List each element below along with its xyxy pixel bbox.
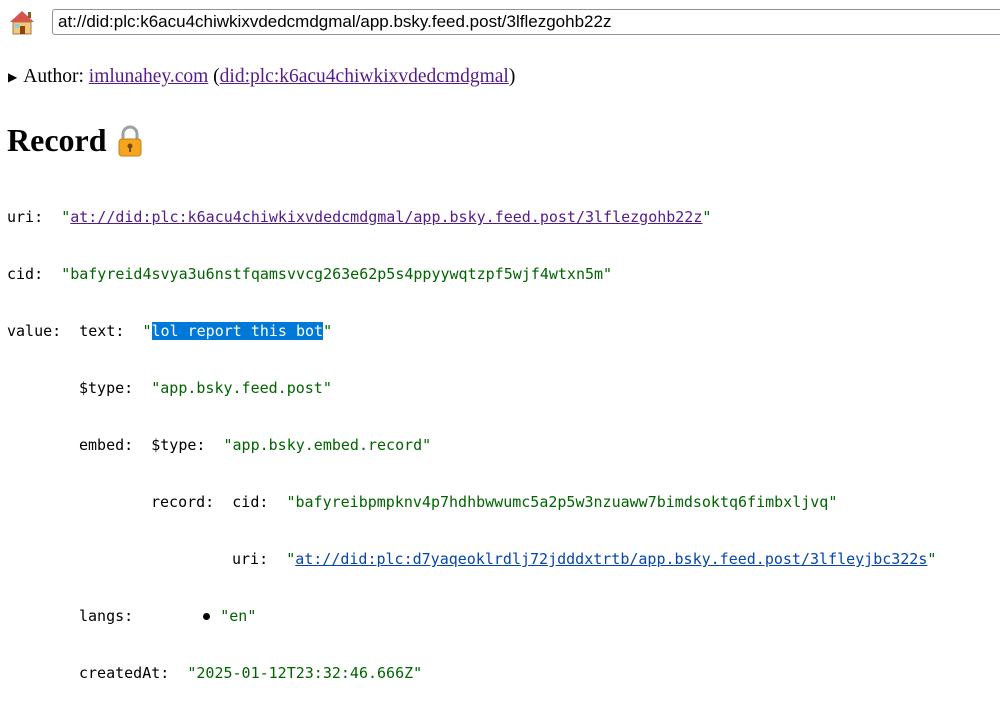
type-key: $type: xyxy=(79,379,134,397)
uri-link[interactable]: at://did:plc:k6acu4chiwkixvdedcmdgmal/ap… xyxy=(70,208,702,226)
cid-row: cid: "bafyreid4svya3u6nstfqamsvvcg263e62… xyxy=(7,264,612,284)
uri-key: uri: xyxy=(7,208,44,226)
page-title-text: Record xyxy=(7,122,107,158)
record-uri-key: uri: xyxy=(232,550,269,568)
embed-row: embed: $type: "app.bsky.embed.record" xyxy=(79,435,431,455)
cid-key: cid: xyxy=(7,265,44,283)
uri-quote-close: " xyxy=(702,208,712,226)
close-paren: ) xyxy=(508,66,516,87)
value-key: value: xyxy=(7,322,62,340)
created-key: createdAt: xyxy=(79,664,170,682)
author-did-link[interactable]: did:plc:k6acu4chiwkixvdedcmdgmal xyxy=(220,66,509,88)
text-quote-close: " xyxy=(323,322,333,340)
embed-record-cid-row: record: cid: "bafyreibpmpknv4p7hdhbwwumc… xyxy=(151,492,837,512)
record-cid-value: "bafyreibpmpknv4p7hdhbwwumc5a2p5w3nzuaww… xyxy=(286,493,838,511)
embed-type-key: $type: xyxy=(151,436,206,454)
record-uri-quote-open: " xyxy=(286,550,296,568)
disclosure-triangle-icon[interactable]: ▶ xyxy=(8,70,17,85)
record-uri-quote-close: " xyxy=(927,550,937,568)
author-handle-link[interactable]: imlunahey.com xyxy=(89,66,209,88)
langs-key: langs: xyxy=(79,607,134,625)
lang-value: "en" xyxy=(220,607,257,625)
uri-quote-open: " xyxy=(61,208,71,226)
page-title: Record xyxy=(7,122,145,159)
value-text-row: value: text: "lol report this bot" xyxy=(7,321,332,341)
text-quote-open: " xyxy=(142,322,152,340)
bullet-icon xyxy=(203,613,211,620)
record-cid-key: cid: xyxy=(232,493,269,511)
author-label: Author: xyxy=(23,66,84,87)
uri-row: uri: "at://did:plc:k6acu4chiwkixvdedcmdg… xyxy=(7,207,711,227)
embed-key: embed: xyxy=(79,436,134,454)
address-bar-area xyxy=(0,0,1000,44)
url-input[interactable] xyxy=(52,9,1000,35)
record-key: record: xyxy=(151,493,215,511)
type-value: "app.bsky.feed.post" xyxy=(151,379,332,397)
text-key: text: xyxy=(79,322,125,340)
created-value: "2025-01-12T23:32:46.666Z" xyxy=(187,664,423,682)
cid-value: "bafyreid4svya3u6nstfqamsvvcg263e62p5s4p… xyxy=(61,265,613,283)
embed-record-uri-row: uri: "at://did:plc:d7yaqeoklrdlj72jdddxt… xyxy=(232,549,936,569)
langs-row: langs: "en" xyxy=(79,606,256,626)
lock-icon xyxy=(118,125,142,156)
home-icon[interactable] xyxy=(8,9,36,35)
record-uri-link[interactable]: at://did:plc:d7yaqeoklrdlj72jdddxtrtb/ap… xyxy=(295,550,927,568)
text-value-selected: lol report this bot xyxy=(151,322,324,340)
created-at-row: createdAt: "2025-01-12T23:32:46.666Z" xyxy=(79,663,422,683)
author-line: ▶ Author: imlunahey.com (did:plc:k6acu4c… xyxy=(8,66,515,88)
embed-type-value: "app.bsky.embed.record" xyxy=(223,436,432,454)
langs-list-item: "en" xyxy=(203,607,256,625)
type-row: $type: "app.bsky.feed.post" xyxy=(79,378,332,398)
